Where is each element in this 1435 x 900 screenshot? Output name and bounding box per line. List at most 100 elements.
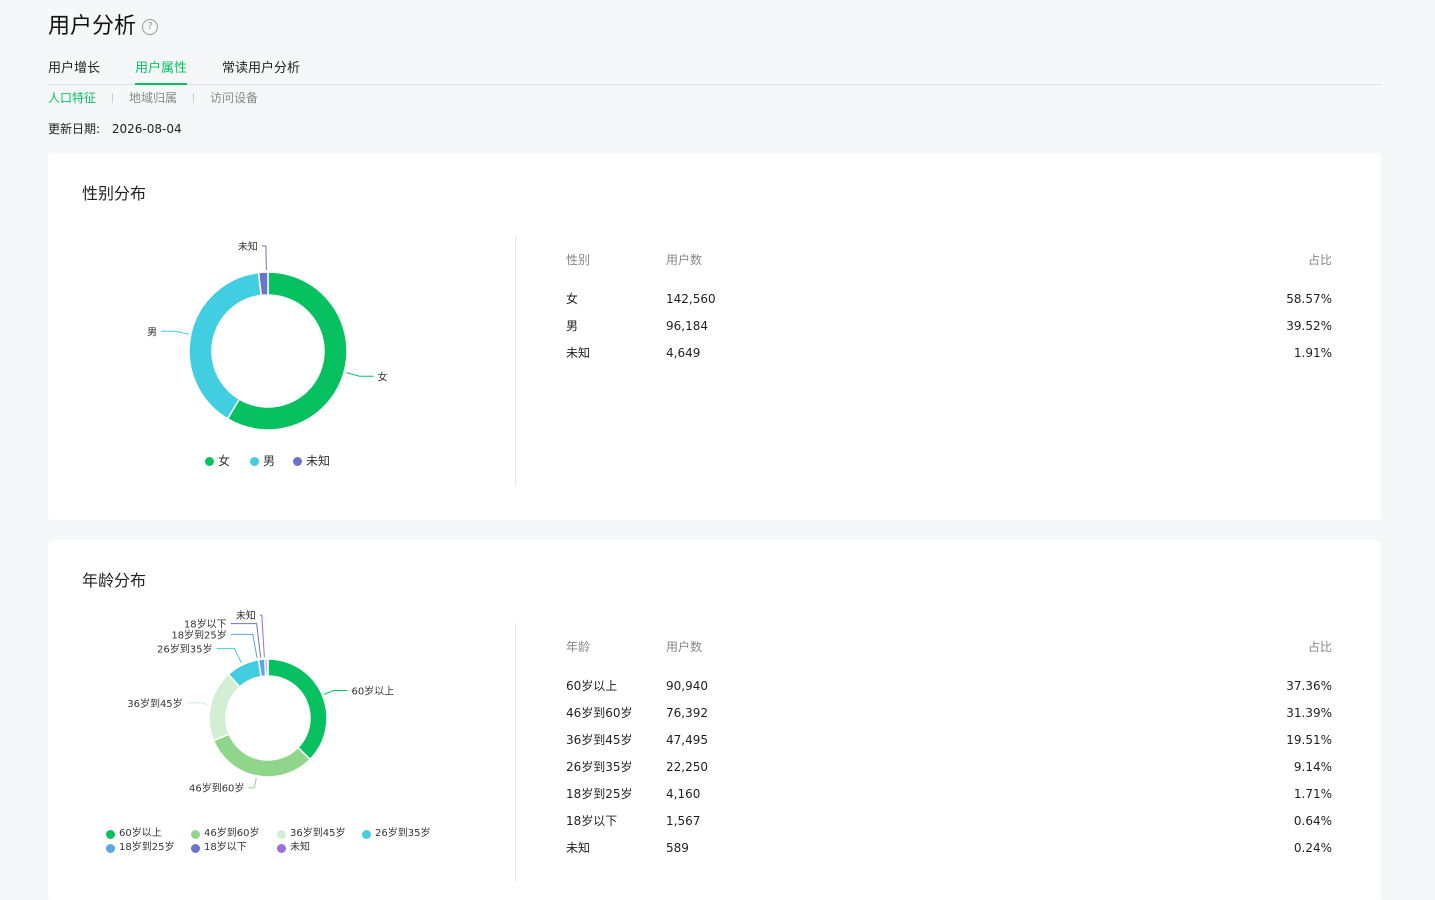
age-card: 年龄分布 60岁以上 46岁到60岁 36岁到45岁 26岁到35岁 18岁到25岁 18… — [48, 540, 1381, 900]
leader-line-4 — [230, 633, 258, 659]
row-label: 18岁到25岁 — [566, 787, 633, 801]
leader-line-1 — [248, 777, 257, 789]
age-table-header: 年龄 用户数 占比 — [566, 638, 1332, 677]
slice-label-6: 未知 — [236, 609, 256, 622]
legend-item[interactable]: 女 — [205, 455, 230, 467]
table-row: 18岁以下 1,567 0.64% — [566, 812, 1332, 839]
table-row: 36岁到45岁 47,495 19.51% — [566, 731, 1332, 758]
header-users: 用户数 — [666, 640, 703, 654]
table-row: 女 142,560 58.57% — [566, 290, 1332, 317]
slice-label-1: 46岁到60岁 — [189, 782, 244, 795]
tab-user-growth[interactable]: 用户增长 — [48, 60, 100, 83]
tab-user-attributes[interactable]: 用户属性 — [135, 60, 188, 85]
subtab-device[interactable]: 访问设备 — [210, 90, 258, 106]
donut-slice-1[interactable] — [188, 271, 263, 420]
tab-frequent-readers[interactable]: 常读用户分析 — [222, 60, 300, 83]
subtab-region[interactable]: 地域归属 — [129, 90, 177, 106]
row-label: 男 — [566, 319, 579, 333]
legend-dot — [106, 829, 115, 839]
row-label: 26岁到35岁 — [566, 760, 633, 774]
row-pct: 0.64% — [1293, 814, 1332, 828]
table-row: 未知 589 0.24% — [566, 839, 1332, 866]
legend-label: 46岁到60岁 — [204, 828, 260, 839]
update-value: 2026-08-04 — [111, 122, 182, 136]
main-tabs: 用户增长 用户属性 常读用户分析 — [48, 60, 1381, 85]
help-icon[interactable]: ? — [142, 19, 159, 35]
legend-label: 女 — [218, 454, 231, 468]
sub-tabs: 人口特征 地域归属 访问设备 — [48, 90, 258, 106]
donut-slice-0[interactable] — [267, 658, 328, 761]
row-pct: 31.39% — [1286, 706, 1332, 720]
row-count: 589 — [666, 841, 689, 855]
slice-label-3: 26岁到35岁 — [157, 643, 212, 656]
update-date: 更新日期: 2026-08-04 — [48, 121, 182, 137]
row-pct: 19.51% — [1286, 733, 1332, 747]
slice-label-5: 18岁以下 — [184, 618, 227, 631]
slice-label-0: 女 — [378, 370, 388, 383]
header-age: 年龄 — [566, 640, 591, 654]
donut-slice-1[interactable] — [212, 733, 312, 778]
legend-item[interactable]: 46岁到60岁 — [191, 828, 259, 840]
leader-line-3 — [216, 648, 242, 664]
legend-dot — [293, 456, 302, 466]
leader-line-0 — [345, 372, 374, 377]
legend-item[interactable]: 18岁以下 — [191, 842, 247, 854]
leader-line-6 — [259, 614, 265, 658]
gender-table-header: 性别 用户数 占比 — [566, 251, 1332, 290]
row-count: 47,495 — [666, 733, 708, 747]
row-count: 96,184 — [666, 319, 708, 333]
row-label: 46岁到60岁 — [566, 706, 633, 720]
row-count: 76,392 — [666, 706, 708, 720]
row-pct: 1.91% — [1293, 346, 1332, 360]
table-row: 46岁到60岁 76,392 31.39% — [566, 704, 1332, 731]
legend-dot — [106, 843, 115, 853]
header-gender: 性别 — [566, 253, 591, 267]
update-label: 更新日期: — [48, 122, 101, 136]
subtab-demographics[interactable]: 人口特征 — [48, 90, 96, 106]
leader-line-2 — [261, 245, 267, 271]
leader-line-1 — [161, 330, 189, 335]
legend-label: 男 — [263, 454, 276, 468]
row-pct: 9.14% — [1293, 760, 1332, 774]
row-pct: 58.57% — [1286, 292, 1332, 306]
slice-label-2: 36岁到45岁 — [127, 697, 182, 710]
header-share: 占比 — [1307, 640, 1332, 654]
gender-card: 性别分布 女男未知 女男未知 性别 用户数 占比 女 142,560 58.57… — [48, 153, 1381, 520]
slice-label-1: 男 — [147, 326, 157, 338]
row-count: 1,567 — [666, 814, 701, 828]
legend-dot — [191, 843, 200, 853]
legend-item[interactable]: 60岁以上 — [106, 828, 162, 840]
card-divider — [515, 236, 516, 486]
legend-item[interactable]: 未知 — [293, 455, 330, 467]
legend-item[interactable]: 未知 — [277, 842, 310, 854]
legend-item[interactable]: 26岁到35岁 — [362, 828, 430, 840]
header-share: 占比 — [1307, 253, 1332, 267]
legend-item[interactable]: 36岁到45岁 — [277, 828, 345, 840]
leader-line-0 — [324, 690, 348, 695]
legend-dot — [277, 843, 286, 853]
donut-slice-2[interactable] — [208, 673, 241, 742]
legend-label: 60岁以上 — [119, 828, 162, 839]
legend-dot — [277, 829, 286, 839]
page-title-text: 用户分析 — [48, 14, 137, 39]
slice-label-0: 60岁以上 — [351, 685, 394, 698]
subtab-divider — [112, 93, 114, 103]
legend-label: 18岁到25岁 — [119, 842, 175, 853]
gender-donut-chart: 女 男 未知 — [147, 240, 388, 431]
row-pct: 1.71% — [1293, 787, 1332, 801]
donut-slice-6[interactable] — [266, 658, 269, 677]
legend-dot — [191, 829, 200, 839]
leader-line-2 — [186, 702, 209, 706]
legend-label: 26岁到35岁 — [375, 828, 431, 839]
legend-label: 36岁到45岁 — [290, 828, 346, 839]
row-pct: 39.52% — [1286, 319, 1332, 333]
page-title: 用户分析 ? — [48, 12, 159, 42]
row-label: 36岁到45岁 — [566, 733, 633, 747]
legend-item[interactable]: 男 — [250, 455, 275, 467]
gender-table: 性别 用户数 占比 女 142,560 58.57% 男 96,184 39.5… — [566, 251, 1332, 371]
row-label: 女 — [566, 292, 579, 306]
row-count: 142,560 — [666, 292, 716, 306]
legend-item[interactable]: 18岁到25岁 — [106, 842, 174, 854]
slice-label-2: 未知 — [238, 240, 258, 253]
row-count: 4,160 — [666, 787, 701, 801]
